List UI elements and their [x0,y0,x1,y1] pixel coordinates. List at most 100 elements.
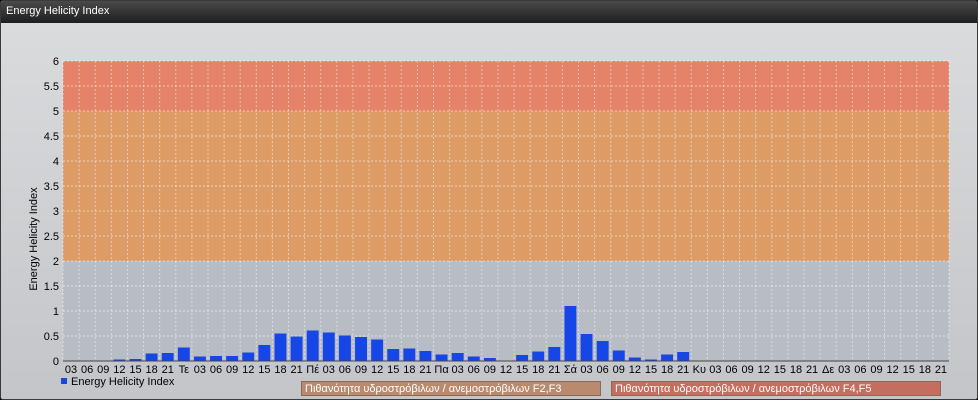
y-tick-label: 6 [53,56,59,68]
bar [516,355,529,361]
x-tick-label: Πέ [306,364,319,376]
x-tick-label: 12 [113,364,125,376]
chart-window: Energy Helicity Index 0 0.5 1 1.5 2 2.5 3 3.5 4 4… [0,0,978,400]
x-tick-label: 21 [935,364,947,376]
bar [580,334,593,361]
bar [371,339,384,361]
x-tick-label: 18 [145,364,157,376]
x-tick-label: 21 [548,364,560,376]
x-tick-label: 06 [725,364,737,376]
x-tick-label: 12 [629,364,641,376]
bar [387,349,400,361]
x-tick-label: 06 [854,364,866,376]
x-tick-label: 21 [677,364,689,376]
y-tick-label: 5 [53,106,59,118]
x-tick-label: 21 [419,364,431,376]
bar [677,352,690,361]
x-tick-label: 03 [65,364,77,376]
y-tick-label: 4.5 [44,131,59,143]
bar [548,347,561,361]
x-tick-label: 15 [516,364,528,376]
x-tick-label: 12 [500,364,512,376]
x-tick-label: 18 [274,364,286,376]
bar [628,357,641,361]
y-tick-label: 5.5 [44,81,59,93]
x-tick-label: 06 [81,364,93,376]
bar [403,348,416,361]
bar [226,356,239,361]
x-tick-label: 21 [806,364,818,376]
x-tick-label: 09 [97,364,109,376]
legend-band-f4f5: Πιθανότητα υδροστρόβιλων / ανεμοστρόβιλω… [611,381,941,396]
bar [435,354,448,361]
bar [210,356,222,361]
x-tick-label: 03 [452,364,464,376]
x-tick-label: 18 [661,364,673,376]
bar [661,354,674,361]
legend-series-label: Energy Helicity Index [71,376,175,388]
bar [451,353,464,361]
legend-band-f2f3: Πιθανότητα υδροστρόβιλων / ανεμοστρόβιλω… [301,381,601,396]
bar [145,353,158,361]
y-tick-label: 3.5 [44,181,59,193]
chart-panel: 0 0.5 1 1.5 2 2.5 3 3.5 4 4.5 5 5.5 6 03 06 09 12 15 18 21… [1,23,977,399]
x-tick-label: 18 [790,364,802,376]
x-tick-label: 06 [339,364,351,376]
y-tick-label: 0 [53,356,59,368]
x-tick-label: 21 [290,364,302,376]
x-tick-label: 18 [919,364,931,376]
x-tick-label: 12 [371,364,383,376]
x-tick-label: Τε [179,364,190,376]
title-bar: Energy Helicity Index [1,1,977,23]
legend-series: Energy Helicity Index [61,376,174,390]
bar [161,353,174,361]
bar [355,337,367,361]
x-tick-label: 03 [323,364,335,376]
bar [419,351,432,361]
bar [242,352,255,361]
bar [306,330,319,361]
x-tick-label: 06 [597,364,609,376]
x-tick-label: 18 [532,364,544,376]
x-tick-label: 09 [355,364,367,376]
x-tick-label: 21 [162,364,174,376]
x-tick-label: Σά [564,364,578,376]
x-tick-label: 12 [242,364,254,376]
x-tick-label: 12 [886,364,898,376]
x-tick-label: 12 [758,364,770,376]
x-tick-label: 09 [742,364,754,376]
ehi-chart: 0 0.5 1 1.5 2 2.5 3 3.5 4 4.5 5 5.5 6 03 06 09 12 15 18 21… [28,56,950,376]
x-tick-label: 09 [613,364,625,376]
x-tick-label: 15 [129,364,141,376]
x-tick-label: 15 [387,364,399,376]
bar [290,336,303,361]
x-tick-label: 15 [645,364,657,376]
bar [338,335,351,361]
bar [467,356,480,361]
y-tick-label: 2.5 [44,231,59,243]
x-tick-label: 03 [580,364,592,376]
bar [596,341,609,361]
x-tick-label: 18 [403,364,415,376]
y-tick-label: 2 [53,256,59,268]
y-tick-label: 3 [53,206,59,218]
bar [322,332,335,361]
x-tick-label: 03 [838,364,850,376]
y-axis-label: Energy Helicity Index [28,187,40,291]
x-tick-label: 03 [194,364,206,376]
x-tick-label: 06 [468,364,480,376]
x-tick-label: 15 [774,364,786,376]
x-tick-labels: 03 06 09 12 15 18 21 Τε 03 06 09 12 15 18 21 Πέ 03 06 09 12… [65,364,947,376]
y-tick-labels: 0 0.5 1 1.5 2 2.5 3 3.5 4 4.5 5 5.5 6 [44,56,59,368]
y-tick-label: 1 [53,306,59,318]
y-tick-label: 0.5 [44,331,59,343]
x-tick-label: 03 [709,364,721,376]
x-tick-label: Πα [434,364,449,376]
x-tick-label: 15 [258,364,270,376]
legend-series-swatch [61,378,67,384]
window-title: Energy Helicity Index [6,5,110,17]
bar [274,333,287,361]
x-tick-label: Δε [822,364,834,376]
x-tick-label: Κυ [693,364,706,376]
y-tick-label: 1.5 [44,281,59,293]
